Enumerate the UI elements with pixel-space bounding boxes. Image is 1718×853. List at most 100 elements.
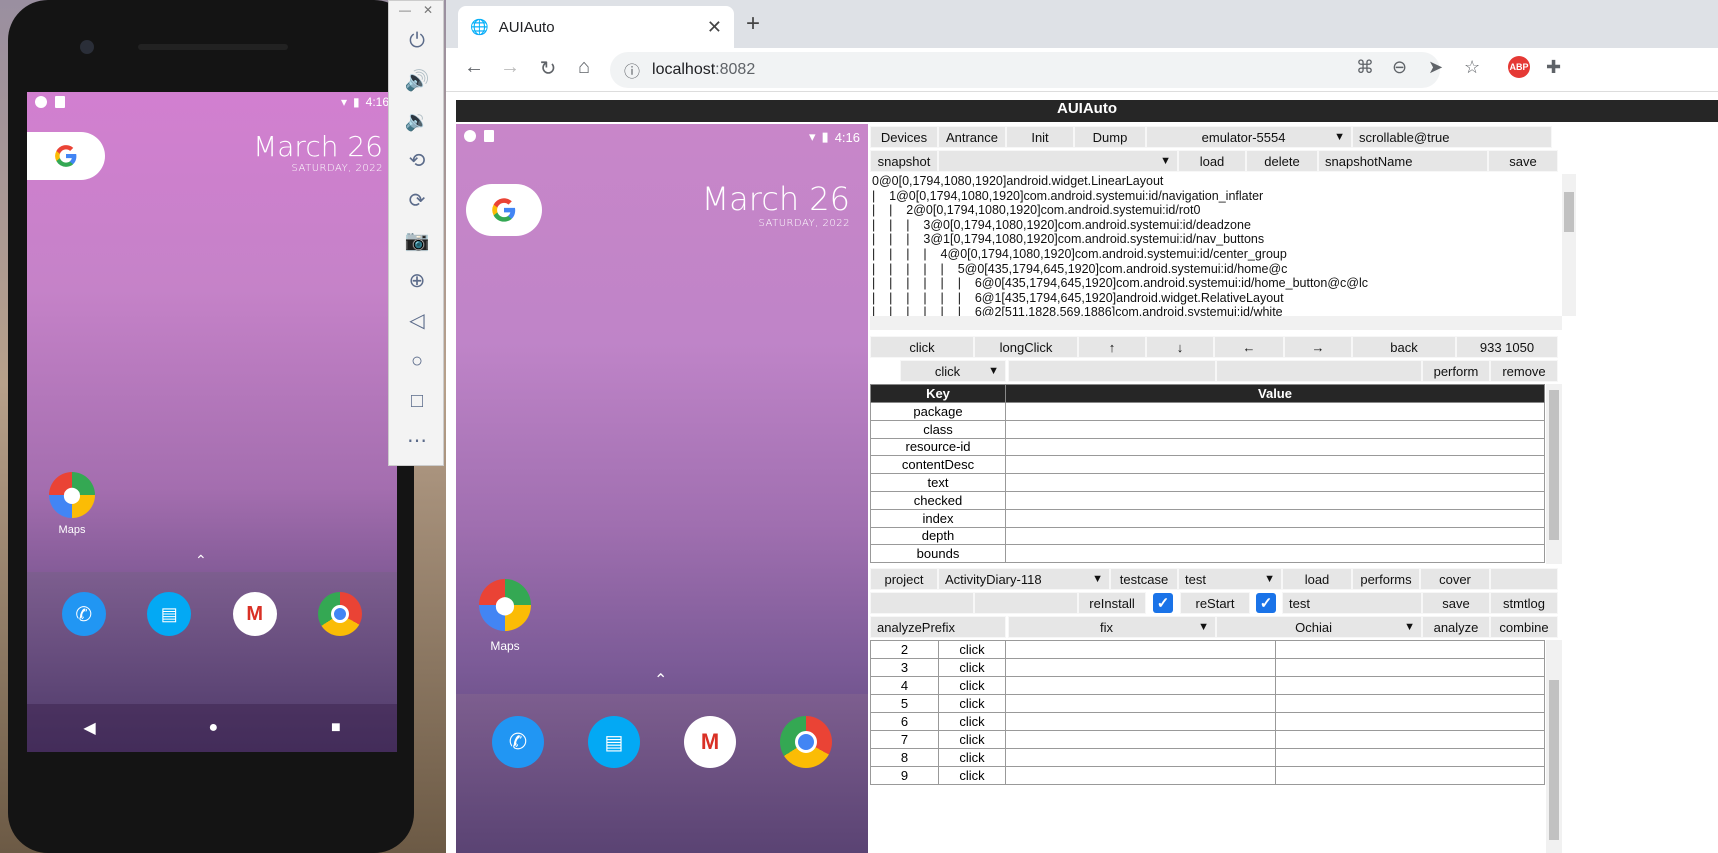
messages-icon[interactable]: ▤ bbox=[588, 716, 640, 768]
snapshot-select[interactable]: ▼ bbox=[938, 150, 1178, 172]
back-arrow-icon[interactable]: ← bbox=[460, 56, 488, 79]
tree-node[interactable]: | | 2@0[0,1794,1080,1920]com.android.sys… bbox=[872, 203, 1562, 218]
tree-node[interactable]: | | | | 4@0[0,1794,1080,1920]com.android… bbox=[872, 247, 1562, 262]
filter-input[interactable]: scrollable@true bbox=[1352, 126, 1552, 148]
tree-node[interactable]: | | | | | | 6@2[511,1828,569,1886]com.an… bbox=[872, 305, 1562, 316]
dump-button[interactable]: Dump bbox=[1074, 126, 1146, 148]
devices-button[interactable]: Devices bbox=[870, 126, 938, 148]
phone-icon[interactable]: ✆ bbox=[61, 592, 106, 636]
rotate-left-icon[interactable]: ⟲ bbox=[389, 149, 445, 173]
app-drawer-chevron-icon[interactable]: ⌃ bbox=[195, 552, 207, 569]
load-project-button[interactable]: load bbox=[1282, 568, 1352, 590]
swipe-left-button[interactable]: ← bbox=[1214, 336, 1284, 358]
steps-scrollbar[interactable] bbox=[1546, 640, 1562, 853]
save-snapshot-button[interactable]: save bbox=[1488, 150, 1558, 172]
translate-icon[interactable]: ⌘ bbox=[1356, 57, 1374, 78]
messages-icon[interactable]: ▤ bbox=[147, 592, 192, 636]
reload-icon[interactable]: ↻ bbox=[534, 56, 562, 81]
mirror-google-widget[interactable] bbox=[466, 184, 542, 236]
rotate-right-icon[interactable]: ⟳ bbox=[389, 189, 445, 213]
action-arg-input[interactable] bbox=[1008, 360, 1216, 382]
zoom-out-icon[interactable]: ⊖ bbox=[1392, 57, 1407, 78]
longclick-button[interactable]: longClick bbox=[974, 336, 1078, 358]
step-row[interactable]: 9 click bbox=[870, 766, 1545, 785]
close-icon[interactable]: ✕ bbox=[423, 3, 433, 17]
more-icon[interactable]: ⋯ bbox=[389, 429, 445, 453]
volume-down-icon[interactable]: 🔉 bbox=[389, 109, 445, 133]
action-arg2-input[interactable] bbox=[1216, 360, 1422, 382]
mirror-date-widget[interactable]: March 26 SATURDAY, 2022 bbox=[702, 180, 850, 229]
back-icon[interactable]: ◀ bbox=[83, 718, 95, 738]
app-maps[interactable]: ⬤ Maps bbox=[45, 472, 99, 536]
step-row[interactable]: 7 click bbox=[870, 730, 1545, 749]
formula-select[interactable]: Ochiai ▼ bbox=[1216, 616, 1422, 638]
tree-node[interactable]: | | | 3@0[0,1794,1080,1920]com.android.s… bbox=[872, 218, 1562, 233]
minimize-icon[interactable]: — bbox=[399, 3, 411, 17]
gmail-icon[interactable]: M bbox=[232, 592, 277, 636]
device-select[interactable]: emulator-5554 ▼ bbox=[1146, 126, 1352, 148]
click-button[interactable]: click bbox=[870, 336, 974, 358]
mirror-app-maps[interactable]: ⬤ Maps bbox=[476, 579, 534, 653]
chrome-icon[interactable] bbox=[318, 592, 363, 636]
properties-scrollbar[interactable] bbox=[1546, 384, 1562, 564]
cover-button[interactable]: cover bbox=[1420, 568, 1490, 590]
home-icon[interactable]: ● bbox=[208, 719, 218, 737]
step-row[interactable]: 6 click bbox=[870, 712, 1545, 731]
analyze-button[interactable]: analyze bbox=[1422, 616, 1490, 638]
new-tab-icon[interactable]: + bbox=[746, 10, 760, 38]
perform-button[interactable]: perform bbox=[1422, 360, 1490, 382]
tree-node[interactable]: | | | 3@1[0,1794,1080,1920]com.android.s… bbox=[872, 232, 1562, 247]
device-mirror[interactable]: ▾ ▮ 4:16 March 26 SATURDAY, 2022 ⬤ Maps ⌃ … bbox=[456, 124, 868, 853]
restart-checkbox[interactable]: ✓ bbox=[1256, 593, 1276, 613]
forward-arrow-icon[interactable]: → bbox=[496, 56, 524, 79]
overview-icon[interactable]: ■ bbox=[331, 719, 341, 737]
action-select[interactable]: click ▼ bbox=[900, 360, 1006, 382]
app-drawer-chevron-icon[interactable]: ⌃ bbox=[654, 670, 667, 690]
test-name-input[interactable]: test bbox=[1282, 592, 1422, 614]
step-row[interactable]: 3 click bbox=[870, 658, 1545, 677]
coordinates-input[interactable]: 933 1050 bbox=[1456, 336, 1558, 358]
tree-vertical-scrollbar[interactable] bbox=[1562, 174, 1576, 316]
save-test-button[interactable]: save bbox=[1422, 592, 1490, 614]
combine-button[interactable]: combine bbox=[1490, 616, 1558, 638]
ui-hierarchy-tree[interactable]: 0@0[0,1794,1080,1920]android.widget.Line… bbox=[870, 174, 1562, 316]
date-widget[interactable]: March 26 SATURDAY, 2022 bbox=[253, 130, 383, 174]
step-row[interactable]: 4 click bbox=[870, 676, 1545, 695]
analyze-prefix-input[interactable]: analyzePrefix bbox=[870, 616, 1006, 638]
chrome-icon[interactable] bbox=[780, 716, 832, 768]
phone-icon[interactable]: ✆ bbox=[492, 716, 544, 768]
fix-select[interactable]: fix ▼ bbox=[1008, 616, 1216, 638]
tab-auiauto[interactable]: 🌐 AUIAuto ✕ bbox=[458, 6, 734, 48]
back-button[interactable]: back bbox=[1352, 336, 1456, 358]
extensions-puzzle-icon[interactable]: ✚ bbox=[1546, 57, 1561, 78]
remove-button[interactable]: remove bbox=[1490, 360, 1558, 382]
camera-icon[interactable]: 📷 bbox=[389, 229, 445, 253]
tree-node[interactable]: | | | | | 5@0[435,1794,645,1920]com.andr… bbox=[872, 262, 1562, 277]
tree-node[interactable]: | 1@0[0,1794,1080,1920]com.android.syste… bbox=[872, 189, 1562, 204]
tree-node[interactable]: | | | | | | 6@0[435,1794,645,1920]com.an… bbox=[872, 276, 1562, 291]
bookmark-star-icon[interactable]: ☆ bbox=[1464, 57, 1480, 78]
stmtlog-button[interactable]: stmtlog bbox=[1490, 592, 1558, 614]
performs-button[interactable]: performs bbox=[1352, 568, 1420, 590]
volume-up-icon[interactable]: 🔊 bbox=[389, 69, 445, 93]
adblock-icon[interactable]: ABP bbox=[1508, 56, 1530, 78]
testcase-select[interactable]: test ▼ bbox=[1178, 568, 1282, 590]
step-row[interactable]: 2 click bbox=[870, 640, 1545, 659]
tree-horizontal-scrollbar[interactable] bbox=[870, 316, 1562, 330]
tree-node[interactable]: | | | | | | 6@1[435,1794,645,1920]androi… bbox=[872, 291, 1562, 306]
back-icon[interactable]: ◁ bbox=[389, 309, 445, 333]
phone-screen[interactable]: ▾ ▮ 4:16 March 26 SATURDAY, 2022 ⬤ Maps ⌃ … bbox=[27, 92, 397, 752]
zoom-icon[interactable]: ⊕ bbox=[389, 269, 445, 293]
swipe-up-button[interactable]: ↑ bbox=[1078, 336, 1146, 358]
cover-input[interactable] bbox=[1490, 568, 1558, 590]
step-row[interactable]: 8 click bbox=[870, 748, 1545, 767]
swipe-down-button[interactable]: ↓ bbox=[1146, 336, 1214, 358]
power-icon[interactable]: ⏻ bbox=[389, 29, 445, 53]
init-button[interactable]: Init bbox=[1006, 126, 1074, 148]
send-icon[interactable]: ➤ bbox=[1428, 57, 1443, 78]
antrance-button[interactable]: Antrance bbox=[938, 126, 1006, 148]
snapshot-button[interactable]: snapshot bbox=[870, 150, 938, 172]
address-bar[interactable]: ⓘ localhost:8082 bbox=[610, 52, 1440, 88]
project-select[interactable]: ActivityDiary-118 ▼ bbox=[938, 568, 1110, 590]
blank-input[interactable] bbox=[870, 592, 974, 614]
